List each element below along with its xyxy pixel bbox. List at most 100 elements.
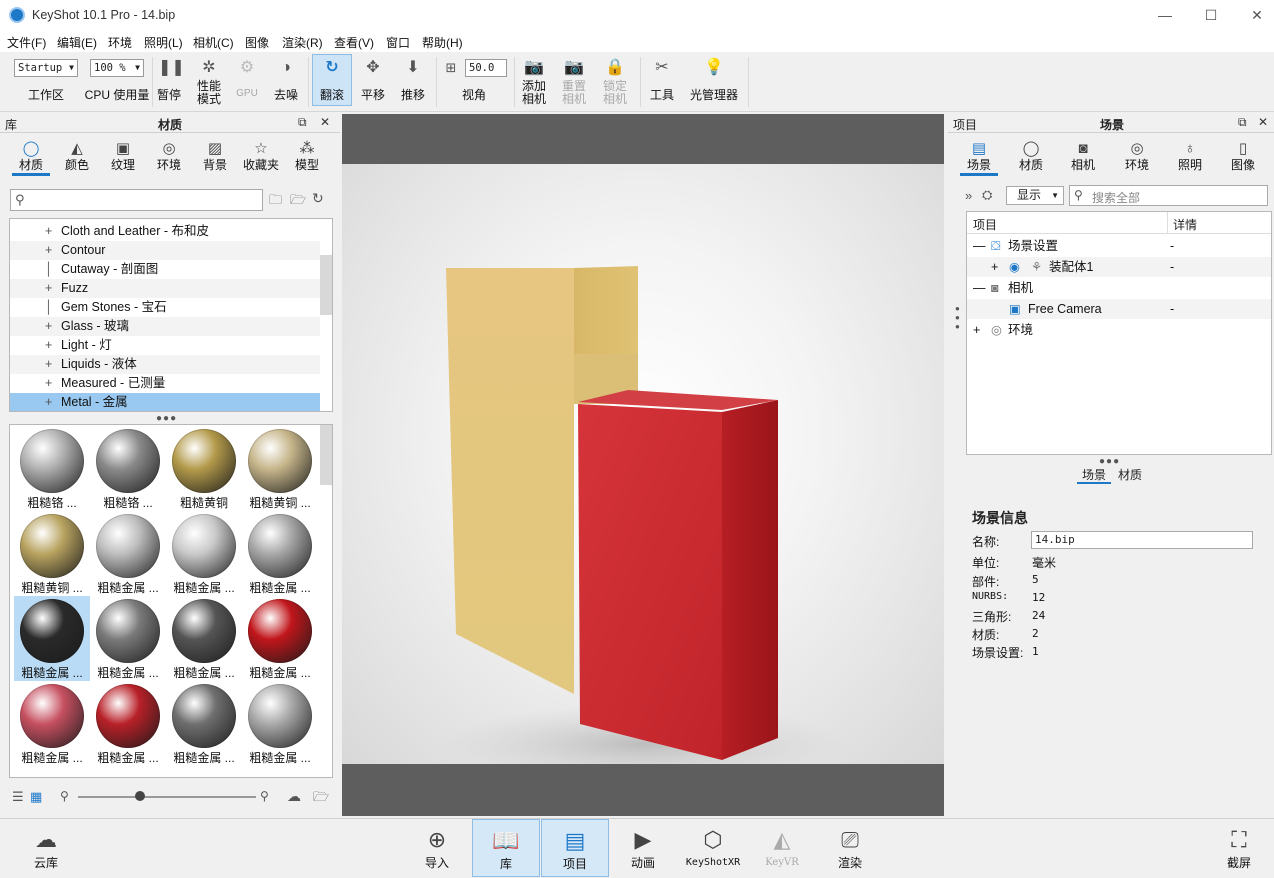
menu-edit[interactable]: 编辑(E): [57, 34, 97, 51]
expand-icon[interactable]: +: [45, 279, 55, 298]
scene-tree-row[interactable]: — ⛋ 场景设置 -: [967, 236, 1271, 256]
pan-button[interactable]: 平移: [356, 86, 390, 103]
tree-item[interactable]: + Contour: [10, 241, 320, 260]
scene-filter-icon[interactable]: ⛭: [982, 187, 992, 203]
light-manager-icon[interactable]: 💡: [703, 58, 725, 78]
lock-camera-button[interactable]: 锁定 相机: [599, 80, 631, 106]
material-thumbnail[interactable]: 粗糙黄铜 ...: [242, 426, 318, 511]
cloud-library-button[interactable]: ☁ 云库: [20, 819, 72, 877]
eye-icon[interactable]: ◉: [1009, 257, 1020, 277]
menu-view[interactable]: 查看(V): [334, 34, 374, 51]
material-thumbnail[interactable]: 粗糙金属 ...: [90, 681, 166, 766]
material-thumbnail[interactable]: 粗糙金属 ...: [242, 511, 318, 596]
tab-scene[interactable]: ▤ 场景: [956, 140, 1002, 176]
list-view-icon[interactable]: ☰: [12, 789, 24, 805]
performance-mode-icon[interactable]: ✲: [198, 58, 220, 78]
menu-window[interactable]: 窗口: [386, 34, 410, 51]
pause-button[interactable]: 暂停: [154, 86, 184, 103]
gpu-button[interactable]: GPU: [232, 88, 262, 99]
tree-item[interactable]: + Measured - 已测量: [10, 374, 320, 393]
tab-colors[interactable]: ◭ 颜色: [54, 140, 100, 172]
tree-item[interactable]: + Fuzz: [10, 279, 320, 298]
menu-camera[interactable]: 相机(C): [193, 34, 234, 51]
tree-item[interactable]: + Liquids - 液体: [10, 355, 320, 374]
refresh-icon[interactable]: ↻: [312, 190, 324, 207]
expand-icon[interactable]: +: [45, 336, 55, 355]
expand-icon[interactable]: +: [45, 355, 55, 374]
display-dropdown[interactable]: 显示 ▼: [1006, 186, 1064, 205]
undock-icon[interactable]: ⧉: [298, 115, 307, 130]
material-thumbnail[interactable]: 粗糙铬 ...: [90, 426, 166, 511]
zoom-out-icon[interactable]: ⚲: [60, 789, 69, 803]
denoise-button[interactable]: 去噪: [270, 86, 302, 103]
tab-models[interactable]: ⁂ 模型: [284, 140, 330, 172]
menu-environment[interactable]: 环境: [108, 34, 132, 51]
gpu-icon[interactable]: ⚙: [236, 58, 258, 78]
render-canvas[interactable]: [342, 164, 944, 764]
add-camera-button[interactable]: 添加 相机: [518, 80, 550, 106]
minimize-icon[interactable]: —: [1142, 2, 1188, 28]
expand-icon[interactable]: +: [991, 257, 998, 277]
material-thumbnail-selected[interactable]: 粗糙金属 ...: [14, 596, 90, 681]
light-manager-button[interactable]: 光管理器: [686, 86, 742, 103]
tab-cameras[interactable]: ◙ 相机: [1060, 140, 1106, 172]
tree-item[interactable]: │ Cutaway - 剖面图: [10, 260, 320, 279]
folder-icon[interactable]: 🗀: [269, 191, 282, 213]
expand-icon[interactable]: +: [45, 241, 55, 260]
expand-icon[interactable]: +: [973, 320, 980, 340]
cloud-upload-icon[interactable]: ☁: [287, 788, 301, 805]
close-panel-icon[interactable]: ✕: [320, 115, 330, 129]
splitter-handle[interactable]: ●●●: [156, 413, 177, 424]
denoise-icon[interactable]: ◑: [275, 58, 297, 78]
maximize-icon[interactable]: ☐: [1188, 2, 1234, 28]
scene-name-input[interactable]: 14.bip: [1031, 531, 1253, 549]
material-thumbnail[interactable]: 粗糙黄铜: [166, 426, 242, 511]
workspace-select[interactable]: Startup ▼: [14, 59, 78, 77]
zoom-in-icon[interactable]: ⚲: [260, 789, 269, 803]
material-thumbnail[interactable]: 粗糙金属 ...: [90, 596, 166, 681]
dolly-icon[interactable]: ⬇: [402, 58, 424, 78]
scrollbar[interactable]: [320, 425, 332, 485]
tree-item[interactable]: + Light - 灯: [10, 336, 320, 355]
render-button[interactable]: ⎚ 渲染: [824, 819, 876, 877]
menu-render[interactable]: 渲染(R): [282, 34, 323, 51]
keyvr-button[interactable]: ◭ KeyVR: [756, 819, 808, 877]
reset-camera-button[interactable]: 重置 相机: [558, 80, 590, 106]
pan-icon[interactable]: ✥: [362, 58, 384, 78]
expand-icon[interactable]: +: [45, 374, 55, 393]
tab-lighting[interactable]: ♁ 照明: [1167, 140, 1213, 172]
screenshot-button[interactable]: ⛶ 截屏: [1214, 819, 1264, 877]
tab-textures[interactable]: ▣ 纹理: [100, 140, 146, 172]
add-camera-icon[interactable]: 📷: [523, 58, 545, 78]
tumble-icon[interactable]: ↻: [321, 58, 343, 78]
scene-tree-row[interactable]: — ◙ 相机: [967, 278, 1271, 298]
library-button[interactable]: 📖 库: [472, 819, 540, 877]
material-thumbnail[interactable]: 粗糙金属 ...: [242, 681, 318, 766]
tree-item-selected[interactable]: + Metal - 金属: [10, 393, 320, 411]
tab-project-materials[interactable]: ◯ 材质: [1008, 140, 1054, 172]
splitter-handle[interactable]: ●●●: [955, 304, 963, 331]
material-thumbnail[interactable]: 粗糙金属 ...: [90, 511, 166, 596]
tab-image[interactable]: ▯ 图像: [1220, 140, 1266, 172]
scene-search-input[interactable]: ⚲ 搜索全部: [1069, 185, 1268, 206]
menu-help[interactable]: 帮助(H): [422, 34, 463, 51]
tree-item[interactable]: │ Gem Stones - 宝石: [10, 298, 320, 317]
material-thumbnail[interactable]: 粗糙金属 ...: [166, 681, 242, 766]
import-button[interactable]: ⊕ 导入: [412, 819, 462, 877]
tab-environments[interactable]: ◎ 环境: [146, 140, 192, 172]
scrollbar[interactable]: [320, 255, 332, 315]
tab-materials[interactable]: ◯ 材质: [8, 140, 54, 176]
menu-lighting[interactable]: 照明(L): [144, 34, 183, 51]
material-thumbnail[interactable]: 粗糙金属 ...: [166, 596, 242, 681]
tree-item[interactable]: + Glass - 玻璃: [10, 317, 320, 336]
lock-camera-icon[interactable]: 🔒: [604, 58, 626, 78]
menu-image[interactable]: 图像: [245, 34, 269, 51]
material-thumbnail[interactable]: 粗糙金属 ...: [166, 511, 242, 596]
grid-view-icon[interactable]: ▦: [30, 789, 42, 805]
dolly-button[interactable]: 推移: [396, 86, 430, 103]
subtab-materials[interactable]: 材质: [1118, 466, 1142, 483]
expand-icon[interactable]: +: [45, 317, 55, 336]
field-of-view-input[interactable]: 50.0: [465, 59, 507, 77]
reset-camera-icon[interactable]: 📷: [563, 58, 585, 78]
library-search-input[interactable]: ⚲: [10, 189, 263, 211]
